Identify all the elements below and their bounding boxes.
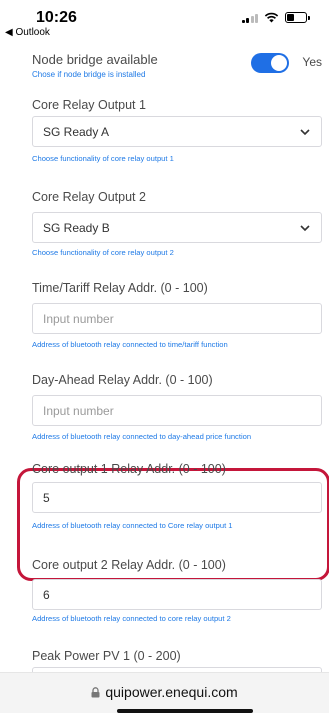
day-ahead-input[interactable]: Input number — [32, 395, 322, 426]
status-icons — [241, 12, 310, 23]
toggle-knob — [271, 55, 287, 71]
home-indicator[interactable] — [117, 709, 253, 713]
core-out-2-input[interactable]: 6 — [32, 579, 322, 610]
wifi-icon — [264, 12, 279, 23]
core-relay-2-select[interactable]: SG Ready B — [32, 212, 322, 243]
chevron-down-icon — [300, 225, 310, 232]
core-out-2-help: Address of bluetooth relay connected to … — [32, 614, 231, 623]
core-out-1-value: 5 — [43, 491, 50, 505]
core-out-1-help: Address of bluetooth relay connected to … — [32, 521, 233, 530]
peak-power-label: Peak Power PV 1 (0 - 200) — [32, 649, 181, 663]
day-ahead-label: Day-Ahead Relay Addr. (0 - 100) — [32, 373, 213, 387]
core-relay-1-value: SG Ready A — [43, 125, 110, 139]
time-tariff-input[interactable]: Input number — [32, 303, 322, 334]
time-tariff-help: Address of bluetooth relay connected to … — [32, 340, 228, 349]
url-display[interactable]: quipower.enequi.com — [0, 684, 329, 700]
battery-icon — [285, 12, 310, 23]
clock: 10:26 — [36, 9, 77, 26]
status-bar: 10:26 ◀ Outlook — [0, 0, 329, 44]
core-out-1-label: Core output 1 Relay Addr. (0 - 100) — [32, 462, 226, 476]
core-relay-2-value: SG Ready B — [43, 221, 110, 235]
core-relay-1-label: Core Relay Output 1 — [32, 98, 146, 112]
time-tariff-label: Time/Tariff Relay Addr. (0 - 100) — [32, 281, 208, 295]
core-out-2-label: Core output 2 Relay Addr. (0 - 100) — [32, 558, 226, 572]
core-relay-2-label: Core Relay Output 2 — [32, 190, 146, 204]
core-out-1-input[interactable]: 5 — [32, 482, 322, 513]
time-tariff-placeholder: Input number — [43, 312, 114, 326]
browser-bar: quipower.enequi.com — [0, 672, 329, 713]
chevron-down-icon — [300, 129, 310, 136]
url-text: quipower.enequi.com — [105, 684, 238, 700]
core-relay-1-help: Choose functionality of core relay outpu… — [32, 154, 174, 163]
lock-icon — [91, 687, 100, 698]
back-to-app-link[interactable]: ◀ Outlook — [5, 27, 50, 38]
core-relay-2-help: Choose functionality of core relay outpu… — [32, 248, 174, 257]
node-bridge-toggle[interactable] — [251, 53, 289, 73]
toggle-label: Yes — [302, 55, 322, 69]
core-out-2-value: 6 — [43, 588, 50, 602]
day-ahead-placeholder: Input number — [43, 404, 114, 418]
cellular-signal-icon — [241, 13, 258, 23]
day-ahead-help: Address of bluetooth relay connected to … — [32, 432, 252, 441]
core-relay-1-select[interactable]: SG Ready A — [32, 116, 322, 147]
node-bridge-row: Node bridge available Chose if node brid… — [32, 52, 322, 79]
settings-form: Node bridge available Chose if node brid… — [0, 44, 329, 672]
